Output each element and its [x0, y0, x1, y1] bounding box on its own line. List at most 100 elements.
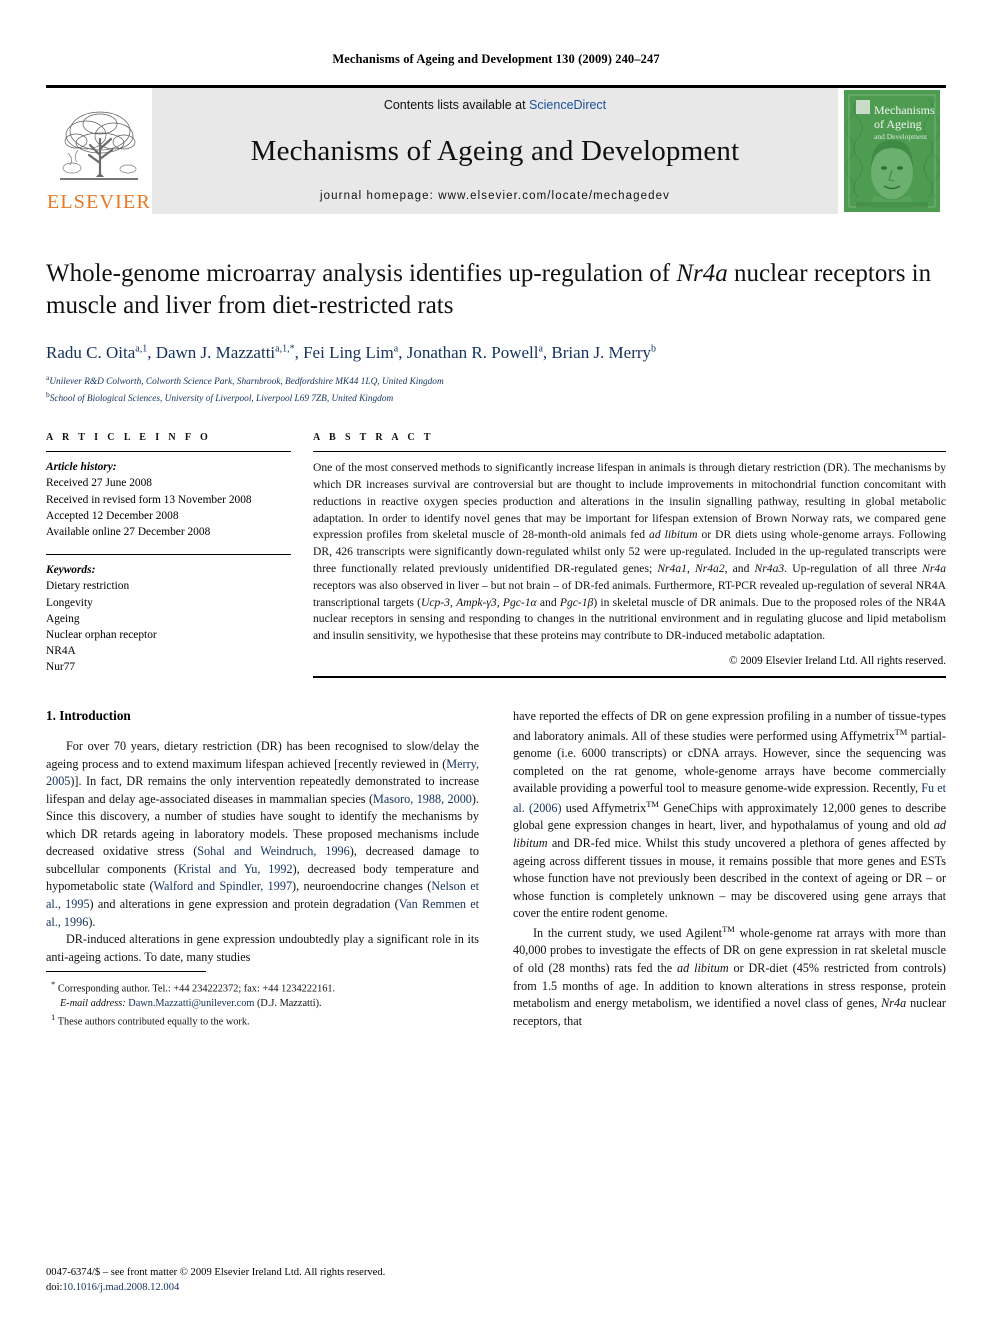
- title-line1-part-b: nuclear: [727, 260, 808, 287]
- elsevier-tree-icon: [56, 105, 142, 191]
- article-page: Mechanisms of Ageing and Development 130…: [0, 0, 992, 1323]
- history-item: Received 27 June 2008: [46, 477, 152, 490]
- svg-text:and Development: and Development: [874, 132, 928, 141]
- text-seg: For over 70 years, dietary restriction (…: [46, 738, 479, 771]
- trademark-superscript: TM: [722, 923, 735, 934]
- intro-paragraph-4: In the current study, we used AgilentTM …: [513, 923, 946, 1030]
- text-seg: have reported the effects of DR on gene …: [513, 708, 946, 743]
- abstract-italic: ad libitum: [649, 528, 698, 542]
- citation-link[interactable]: Kristal and Yu, 1992: [178, 862, 293, 876]
- contents-available-line: Contents lists available at ScienceDirec…: [384, 98, 606, 112]
- citation-link[interactable]: Sohal and Weindruch, 1996: [197, 844, 349, 858]
- author-list: Radu C. Oitaa,1, Dawn J. Mazzattia,1,*, …: [46, 342, 946, 364]
- intro-paragraph-1: For over 70 years, dietary restriction (…: [46, 738, 479, 931]
- author-3: , Fei Ling Lim: [294, 343, 394, 362]
- text-italic: ad libitum: [677, 961, 729, 976]
- contents-prefix-text: Contents lists available at: [383, 98, 530, 112]
- elsevier-logo: ELSEVIER: [46, 88, 152, 214]
- abstract-seg: ,: [686, 562, 695, 575]
- article-info-column: A R T I C L E I N F O Article history: R…: [46, 432, 291, 678]
- author-5-affiliation-marker[interactable]: b: [651, 343, 656, 354]
- banner-center: Contents lists available at ScienceDirec…: [152, 88, 838, 214]
- article-info-label: A R T I C L E I N F O: [46, 432, 212, 444]
- footnote-star-marker: *: [51, 979, 56, 990]
- trademark-superscript: TM: [894, 726, 908, 737]
- abstract-italic: Pgc-1α: [502, 595, 537, 609]
- footnotes: * Corresponding author. Tel.: +44 234222…: [46, 971, 479, 1030]
- abstract-seg: , and: [724, 562, 755, 575]
- journal-title: Mechanisms of Ageing and Development: [250, 134, 740, 167]
- abstract-seg: and: [536, 595, 560, 609]
- elsevier-wordmark: ELSEVIER: [46, 191, 152, 213]
- left-column: 1. Introduction For over 70 years, dieta…: [46, 708, 479, 1030]
- text-seg: used Affymetrix: [561, 800, 647, 815]
- text-seg: ) and alterations in gene expression and…: [89, 897, 399, 912]
- citation-link[interactable]: Walford and Spindler, 1997: [154, 879, 293, 893]
- abstract-italic: Ucp-3: [420, 595, 450, 609]
- affiliation-b-text: School of Biological Sciences, Universit…: [49, 393, 394, 404]
- affiliations: aUnilever R&D Colworth, Colworth Science…: [46, 373, 946, 406]
- abstract-italic: Nr4a3: [754, 562, 785, 575]
- footnote-star-text: Corresponding author. Tel.: +44 23422237…: [57, 983, 336, 995]
- keyword-item: Nuclear orphan receptor: [46, 628, 157, 641]
- history-item: Available online 27 December 2008: [46, 525, 211, 538]
- abstract-italic: Pgc-1β: [559, 595, 594, 609]
- title-block: Whole-genome microarray analysis identif…: [46, 258, 946, 406]
- abstract-seg: . Up-regulation of all three: [784, 562, 923, 575]
- title-line1-part-a: Whole-genome microarray analysis identif…: [46, 260, 677, 287]
- footnote-corresponding-author: * Corresponding author. Tel.: +44 234222…: [46, 978, 479, 1011]
- abstract-italic: Nr4a: [922, 562, 947, 575]
- text-seg: ), neuroendocrine changes (: [292, 879, 432, 894]
- journal-cover-image: Mechanisms of Ageing and Development: [844, 90, 940, 212]
- page-footer: 0047-6374/$ – see front matter © 2009 El…: [46, 1265, 479, 1295]
- abstract-column: A B S T R A C T One of the most conserve…: [313, 432, 946, 678]
- citation-link[interactable]: Masoro, 1988, 2000: [373, 792, 472, 806]
- footnote-one-text: These authors contributed equally to the…: [57, 1016, 250, 1028]
- abstract-italic: Nr4a2: [694, 562, 725, 575]
- info-abstract-section: A R T I C L E I N F O Article history: R…: [46, 432, 946, 678]
- svg-text:of Ageing: of Ageing: [874, 117, 922, 131]
- text-italic: Nr4a: [881, 996, 907, 1011]
- article-history-group: Article history: Received 27 June 2008 R…: [46, 452, 291, 540]
- footnote-divider: [46, 971, 206, 973]
- right-column: have reported the effects of DR on gene …: [513, 708, 946, 1030]
- affiliation-a: aUnilever R&D Colworth, Colworth Science…: [46, 373, 946, 390]
- body-columns: 1. Introduction For over 70 years, dieta…: [46, 708, 946, 1030]
- affiliation-b: bSchool of Biological Sciences, Universi…: [46, 390, 946, 407]
- keyword-item: Ageing: [46, 612, 80, 625]
- history-item: Accepted 12 December 2008: [46, 509, 179, 522]
- email-link[interactable]: Dawn.Mazzatti@unilever.com: [128, 998, 254, 1009]
- abstract-italic: Ampk-γ3: [456, 595, 497, 609]
- issn-copyright-line: 0047-6374/$ – see front matter © 2009 El…: [46, 1266, 386, 1278]
- abstract-text: One of the most conserved methods to sig…: [313, 452, 946, 645]
- abstract-bottom-rule: [313, 675, 946, 678]
- doi-line: doi:10.1016/j.mad.2008.12.004: [46, 1280, 479, 1295]
- intro-paragraph-3: have reported the effects of DR on gene …: [513, 708, 946, 923]
- author-2-affiliation-marker[interactable]: a,1,*: [275, 343, 294, 354]
- keyword-item: Nur77: [46, 661, 76, 674]
- doi-link[interactable]: 10.1016/j.mad.2008.12.004: [62, 1282, 179, 1293]
- journal-homepage-link[interactable]: journal homepage: www.elsevier.com/locat…: [320, 190, 670, 202]
- author-5: , Brian J. Merry: [542, 343, 652, 362]
- keywords-group: Keywords: Dietary restriction Longevity …: [46, 555, 291, 675]
- keyword-item: Dietary restriction: [46, 580, 130, 593]
- sciencedirect-link[interactable]: ScienceDirect: [529, 98, 606, 112]
- section-heading-introduction: 1. Introduction: [46, 707, 131, 723]
- doi-prefix: doi:: [46, 1281, 63, 1293]
- author-2: , Dawn J. Mazzatti: [147, 343, 276, 362]
- page-title: Whole-genome microarray analysis identif…: [46, 258, 946, 322]
- svg-text:Mechanisms: Mechanisms: [874, 103, 935, 117]
- abstract-copyright: © 2009 Elsevier Ireland Ltd. All rights …: [729, 654, 946, 667]
- text-seg: ).: [88, 914, 96, 929]
- author-1-affiliation-marker[interactable]: a,1: [135, 343, 147, 354]
- intro-paragraph-2: DR-induced alterations in gene expressio…: [46, 932, 479, 964]
- author-4: , Jonathan R. Powell: [398, 343, 539, 362]
- email-owner: (D.J. Mazzatti).: [256, 998, 322, 1010]
- email-address-label: E-mail address:: [60, 998, 126, 1010]
- keyword-item: Longevity: [46, 596, 93, 609]
- footnote-one-marker: 1: [51, 1012, 56, 1023]
- abstract-italic: Nr4a1: [657, 562, 687, 575]
- keywords-label: Keywords:: [46, 564, 96, 577]
- author-1: Radu C. Oita: [46, 343, 136, 362]
- article-history-label: Article history:: [46, 461, 117, 474]
